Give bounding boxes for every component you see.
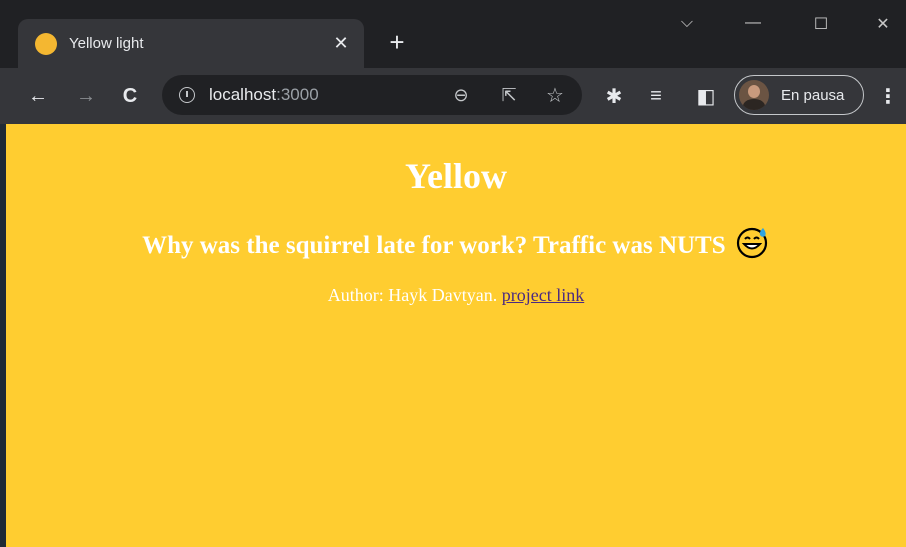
url-port: :3000 xyxy=(276,85,319,104)
site-info-icon[interactable] xyxy=(179,87,195,103)
browser-window: Yellow light ✕ + ⌵ — ☐ ✕ ← → C localhost… xyxy=(0,0,906,547)
author-text: Author: Hayk Davtyan. xyxy=(327,285,498,305)
close-window-button[interactable]: ✕ xyxy=(860,14,906,34)
extensions-icon[interactable]: ✱ xyxy=(598,78,630,114)
browser-toolbar: ← → C localhost:3000 ⊖ ⇱ ☆ ✱ ≡ ◧ En paus… xyxy=(0,68,906,124)
tab-close-icon[interactable]: ✕ xyxy=(326,33,356,54)
project-link[interactable]: project link xyxy=(502,285,584,305)
new-tab-button[interactable]: + xyxy=(384,29,410,55)
tab-strip: Yellow light ✕ + ⌵ — ☐ ✕ xyxy=(0,0,906,68)
author-line: Author: Hayk Davtyan. project link xyxy=(6,283,906,307)
avatar xyxy=(739,80,769,110)
tab-search-icon[interactable]: ⌵ xyxy=(664,14,710,32)
joke-text: Why was the squirrel late for work? Traf… xyxy=(6,225,906,263)
side-panel-icon[interactable]: ◧ xyxy=(690,78,722,114)
forward-button[interactable]: → xyxy=(70,78,102,114)
grinning-sweat-emoji-icon xyxy=(736,227,767,259)
minimize-button[interactable]: — xyxy=(730,14,776,32)
page-content: Yellow Why was the squirrel late for wor… xyxy=(6,124,906,547)
reading-list-icon[interactable]: ≡ xyxy=(640,78,672,114)
address-bar[interactable]: localhost:3000 ⊖ ⇱ ☆ xyxy=(162,75,582,115)
favicon-icon xyxy=(35,32,57,55)
reload-button[interactable]: C xyxy=(114,78,146,114)
bookmark-star-icon[interactable]: ☆ xyxy=(540,75,570,115)
share-icon[interactable]: ⇱ xyxy=(494,75,524,115)
menu-icon[interactable]: ⋮ xyxy=(872,78,904,114)
page-heading: Yellow xyxy=(405,156,507,196)
maximize-button[interactable]: ☐ xyxy=(798,14,844,34)
url-host: localhost xyxy=(209,85,277,104)
joke-sentence: Why was the squirrel late for work? Traf… xyxy=(142,232,726,259)
zoom-icon[interactable]: ⊖ xyxy=(446,75,476,115)
profile-label: En pausa xyxy=(781,86,845,104)
tab-title: Yellow light xyxy=(69,35,144,52)
tab-yellow-light[interactable]: Yellow light ✕ xyxy=(18,19,364,68)
url-text[interactable]: localhost:3000 xyxy=(209,85,319,105)
back-button[interactable]: ← xyxy=(22,78,54,114)
profile-button[interactable]: En pausa xyxy=(734,75,864,115)
